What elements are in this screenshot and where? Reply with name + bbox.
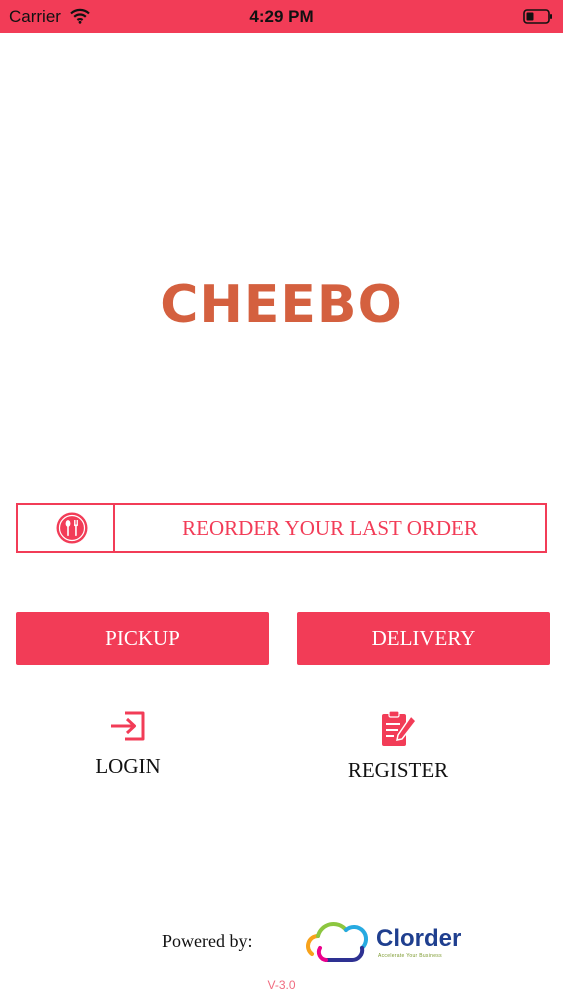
utensils-icon <box>56 512 88 544</box>
delivery-button[interactable]: DELIVERY <box>297 612 550 665</box>
battery-icon <box>523 9 552 24</box>
brand-title: CHEEBO <box>160 275 403 335</box>
reorder-label: REORDER YOUR LAST ORDER <box>182 516 478 540</box>
clorder-logo: Clorder Accelerate Your Business <box>302 920 472 966</box>
status-bar: Carrier 4:29 PM <box>0 0 563 33</box>
login-icon <box>111 711 145 741</box>
register-button[interactable]: REGISTER <box>318 708 478 783</box>
powered-by-label: Powered by: <box>162 931 253 951</box>
clorder-logo-tagline: Accelerate Your Business <box>378 953 442 959</box>
clock: 4:29 PM <box>249 7 314 26</box>
clorder-logo-name: Clorder <box>376 925 462 952</box>
version-label: V-3.0 <box>267 978 296 992</box>
register-label: REGISTER <box>347 758 449 782</box>
reorder-last-order-button[interactable]: REORDER YOUR LAST ORDER <box>16 503 547 553</box>
reorder-icon-cell <box>18 505 115 551</box>
pickup-button[interactable]: PICKUP <box>16 612 269 665</box>
clipboard-icon <box>382 710 417 746</box>
login-button[interactable]: LOGIN <box>48 708 208 779</box>
login-label: LOGIN <box>95 754 161 778</box>
cloud-logo-icon <box>306 922 369 962</box>
